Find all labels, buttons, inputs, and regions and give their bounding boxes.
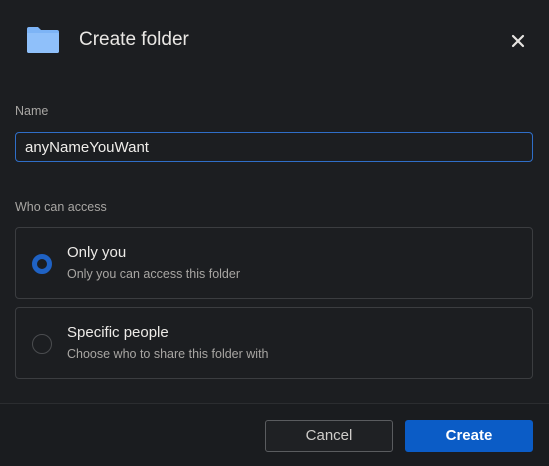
folder-icon: [27, 27, 59, 53]
option-title: Specific people: [67, 324, 169, 341]
dialog-footer: Cancel Create: [0, 404, 549, 466]
access-label: Who can access: [15, 200, 107, 214]
option-title: Only you: [67, 244, 127, 261]
option-description: Only you can access this folder: [67, 267, 240, 281]
create-folder-dialog: Create folder Name Who can access Only y…: [0, 0, 549, 466]
close-icon[interactable]: [507, 28, 529, 52]
radio-only-you[interactable]: [32, 254, 52, 274]
dialog-title: Create folder: [79, 29, 189, 50]
option-description: Choose who to share this folder with: [67, 347, 269, 361]
access-option-specific-people[interactable]: Specific people Choose who to share this…: [15, 307, 533, 379]
cancel-button[interactable]: Cancel: [265, 420, 393, 452]
access-option-only-you[interactable]: Only you Only you can access this folder: [15, 227, 533, 299]
name-label: Name: [15, 104, 49, 118]
dialog-header: Create folder: [0, 0, 549, 82]
radio-specific-people[interactable]: [32, 334, 52, 354]
create-button[interactable]: Create: [405, 420, 533, 452]
folder-name-input[interactable]: [15, 132, 533, 162]
